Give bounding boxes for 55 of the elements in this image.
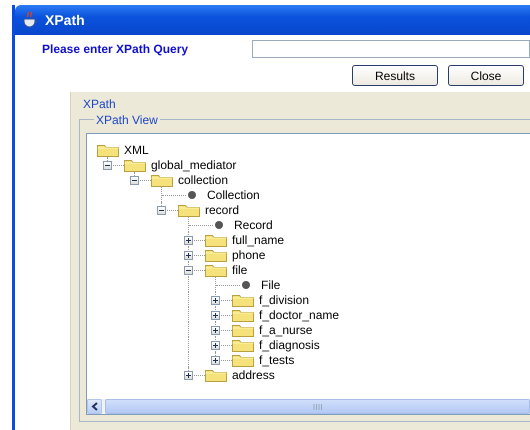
- tree-node[interactable]: phone: [232, 248, 266, 262]
- tree-node[interactable]: full_name: [232, 232, 284, 246]
- folder-icon: [178, 202, 200, 216]
- expand-icon[interactable]: [184, 250, 193, 260]
- folder-icon: [151, 172, 173, 186]
- tree-node[interactable]: Collection: [207, 188, 260, 202]
- node-dot-icon: [215, 220, 223, 228]
- folder-icon: [232, 338, 254, 352]
- collapse-icon[interactable]: [184, 266, 193, 274]
- tree-node[interactable]: Record: [234, 218, 273, 232]
- folder-icon: [205, 368, 227, 382]
- collapse-icon[interactable]: [130, 176, 139, 184]
- window-title: XPath: [45, 12, 85, 28]
- folder-icon: [232, 308, 254, 322]
- panel-title: XPath View: [94, 113, 160, 127]
- expand-icon[interactable]: [211, 326, 220, 334]
- expand-icon[interactable]: [211, 340, 220, 350]
- tree-node[interactable]: XML: [124, 142, 149, 156]
- folder-icon: [124, 158, 146, 172]
- expand-icon[interactable]: [211, 310, 220, 320]
- tree-node[interactable]: File: [261, 278, 280, 292]
- folder-icon: [232, 292, 254, 306]
- tree-node[interactable]: f_division: [259, 292, 310, 306]
- folder-icon: [232, 352, 254, 366]
- folder-icon: [232, 322, 254, 336]
- tree-node[interactable]: f_tests: [259, 352, 294, 366]
- tree-node[interactable]: collection: [178, 172, 228, 186]
- tree-node[interactable]: record: [205, 202, 240, 216]
- expand-icon[interactable]: [184, 236, 193, 244]
- results-button[interactable]: Results: [352, 65, 438, 86]
- scroll-left-button[interactable]: [87, 399, 102, 414]
- folder-icon: [205, 232, 227, 246]
- panel-title: XPath: [83, 97, 117, 111]
- expand-icon[interactable]: [211, 356, 220, 364]
- node-dot-icon: [188, 190, 196, 198]
- folder-icon: [97, 142, 119, 156]
- expand-icon[interactable]: [211, 296, 220, 304]
- tree-node[interactable]: f_doctor_name: [259, 308, 340, 322]
- folder-icon: [205, 262, 227, 276]
- folder-icon: [205, 248, 227, 262]
- query-field[interactable]: [252, 40, 530, 58]
- left-chevron-icon: [90, 402, 98, 411]
- query-label: Please enter XPath Query: [42, 42, 190, 56]
- grip-icon: [312, 404, 322, 410]
- close-button[interactable]: Close: [448, 65, 524, 86]
- coffee-cup-icon: [21, 11, 39, 29]
- tree-node[interactable]: f_diagnosis: [259, 338, 320, 352]
- expand-icon[interactable]: [184, 370, 193, 380]
- tree-node[interactable]: f_a_nurse: [259, 322, 312, 336]
- tree-node[interactable]: address: [232, 368, 275, 382]
- collapse-icon[interactable]: [103, 160, 112, 170]
- collapse-icon[interactable]: [157, 206, 166, 214]
- tree-node[interactable]: global_mediator: [151, 158, 236, 172]
- node-dot-icon: [242, 280, 250, 288]
- tree-node[interactable]: file: [232, 262, 248, 276]
